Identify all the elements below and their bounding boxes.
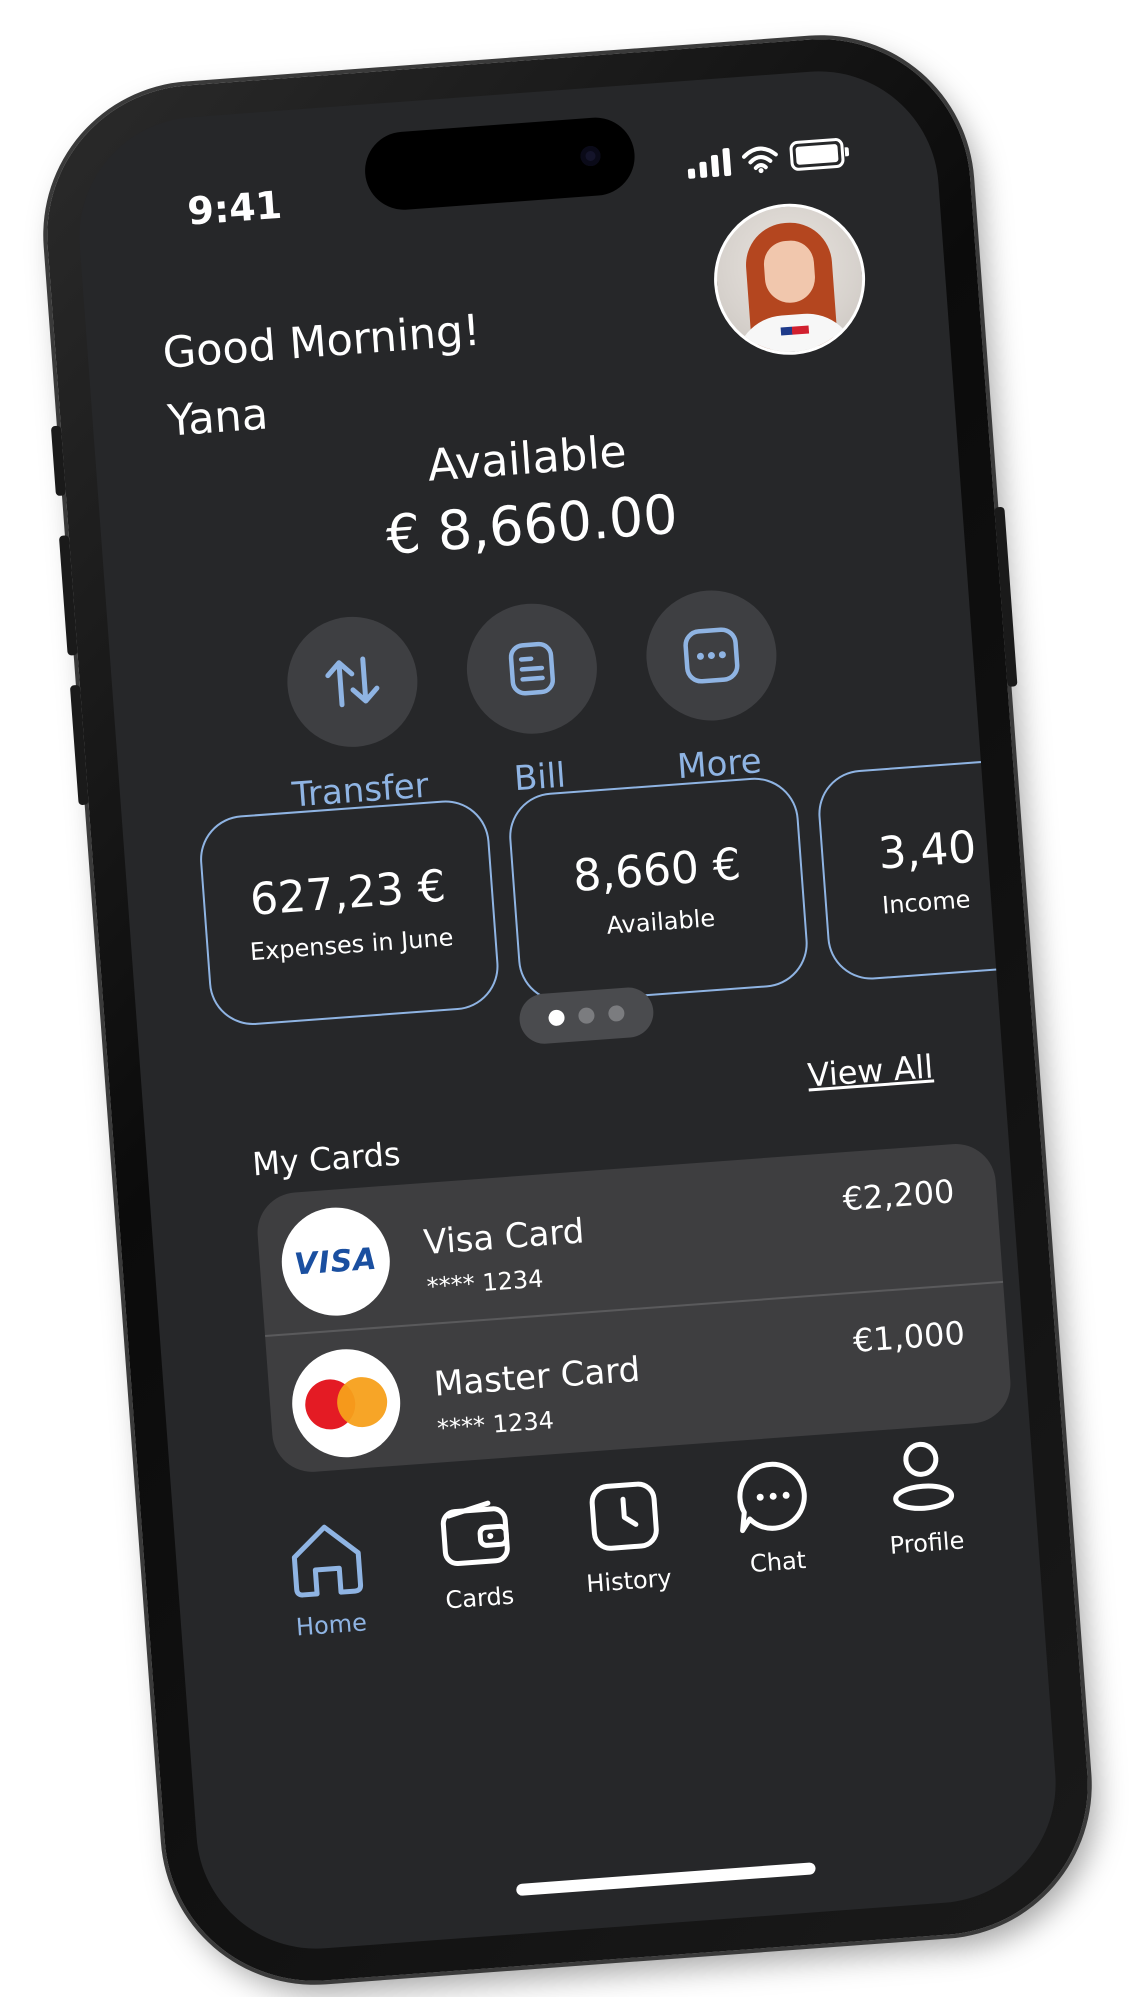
phone-mockup: 9:41 Good Morning! Yana Available € 8,66… bbox=[36, 28, 1099, 1992]
card-name: Master Card bbox=[432, 1349, 642, 1405]
tab-chat[interactable]: Chat bbox=[701, 1453, 849, 1581]
page-dot[interactable] bbox=[577, 1007, 596, 1025]
card-number: **** 1234 bbox=[436, 1406, 555, 1443]
home-indicator[interactable] bbox=[515, 1862, 816, 1897]
mastercard-logo bbox=[288, 1345, 405, 1462]
front-camera bbox=[579, 145, 602, 167]
bill-button[interactable]: Bill bbox=[437, 597, 631, 804]
page-dot[interactable] bbox=[547, 1009, 566, 1027]
cards-list: VISA Visa Card **** 1234 €2,200 Master C… bbox=[254, 1141, 1014, 1475]
app-screen: 9:41 Good Morning! Yana Available € 8,66… bbox=[70, 62, 1065, 1958]
stat-caption: Available bbox=[605, 903, 716, 940]
stat-value: 8,660 € bbox=[571, 838, 743, 903]
tab-home[interactable]: Home bbox=[254, 1516, 402, 1644]
status-time: 9:41 bbox=[185, 182, 284, 234]
visa-logo: VISA bbox=[277, 1203, 394, 1320]
tab-profile[interactable]: Profile bbox=[849, 1432, 997, 1562]
tab-label: History bbox=[585, 1563, 673, 1599]
stat-value: 627,23 € bbox=[248, 860, 448, 926]
view-all-link[interactable]: View All bbox=[806, 1047, 934, 1094]
card-number: **** 1234 bbox=[425, 1264, 545, 1302]
tab-history[interactable]: History bbox=[552, 1474, 700, 1600]
status-icons bbox=[686, 137, 846, 179]
stat-caption: Income bbox=[881, 885, 972, 920]
tab-label: Profile bbox=[888, 1526, 966, 1560]
wifi-icon bbox=[741, 146, 778, 174]
bill-document-icon bbox=[508, 641, 556, 696]
more-dots-icon bbox=[683, 627, 740, 684]
signal-icon bbox=[686, 147, 732, 179]
more-button[interactable]: More bbox=[617, 584, 811, 791]
card-name: Visa Card bbox=[422, 1211, 586, 1264]
stat-caption: Expenses in June bbox=[248, 923, 455, 967]
greeting-block: Good Morning! Yana bbox=[160, 297, 487, 456]
avatar[interactable] bbox=[708, 198, 871, 361]
page-dot[interactable] bbox=[607, 1004, 625, 1022]
transfer-button[interactable]: Transfer bbox=[258, 610, 452, 817]
chat-bubble-icon bbox=[737, 1461, 807, 1534]
transfer-arrows-icon bbox=[325, 656, 380, 708]
tab-label: Cards bbox=[444, 1581, 516, 1615]
stat-value: 3,40 bbox=[876, 821, 979, 880]
user-icon bbox=[893, 1441, 955, 1511]
section-title-my-cards: My Cards bbox=[251, 1134, 402, 1184]
wallet-icon bbox=[440, 1500, 510, 1567]
stat-card-expenses[interactable]: 627,23 € Expenses in June bbox=[196, 797, 502, 1029]
tab-cards[interactable]: Cards bbox=[403, 1495, 551, 1617]
card-balance: €2,200 bbox=[841, 1172, 956, 1219]
card-balance: €1,000 bbox=[851, 1313, 967, 1360]
visa-logo-text: VISA bbox=[293, 1241, 379, 1283]
clock-icon bbox=[589, 1481, 659, 1551]
tab-label: Chat bbox=[749, 1546, 807, 1579]
tab-label: Home bbox=[295, 1608, 368, 1642]
home-icon bbox=[291, 1524, 364, 1598]
stat-card-available[interactable]: 8,660 € Available bbox=[506, 774, 811, 1006]
carousel-page-indicator[interactable] bbox=[517, 985, 656, 1046]
dynamic-island bbox=[362, 114, 638, 213]
battery-icon bbox=[788, 137, 846, 172]
